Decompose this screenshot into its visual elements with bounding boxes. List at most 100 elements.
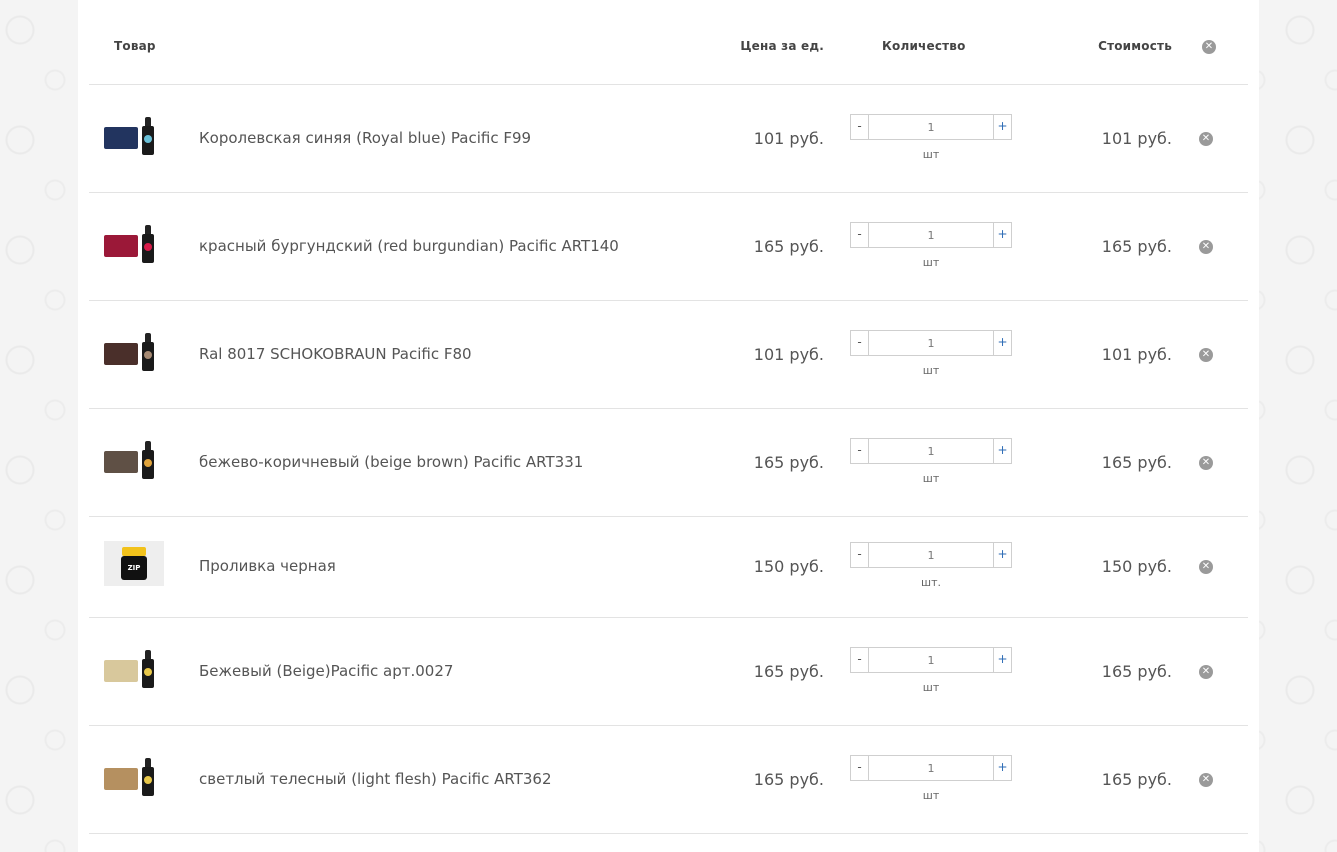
cart-row: Королевская синяя (Royal blue) Pacific F… — [89, 85, 1248, 193]
unit-price: 101 руб. — [753, 129, 824, 148]
remove-item-close-icon[interactable]: ✕ — [1199, 456, 1213, 470]
color-swatch — [104, 451, 138, 473]
quantity-unit: шт — [922, 256, 940, 269]
paint-bottle-icon — [142, 441, 154, 479]
bottle-label — [144, 135, 152, 143]
quantity-decrease-button[interactable]: - — [851, 543, 869, 567]
product-thumbnail[interactable] — [104, 329, 164, 379]
remove-item-close-icon[interactable]: ✕ — [1199, 665, 1213, 679]
remove-all-close-icon[interactable]: ✕ — [1202, 40, 1216, 54]
quantity-increase-button[interactable]: + — [993, 756, 1011, 780]
bottle-cap — [145, 650, 151, 659]
product-thumbnail[interactable]: ZIP — [104, 541, 164, 591]
product-thumbnail[interactable] — [104, 221, 164, 271]
cart-row: красный бургундский (red burgundian) Pac… — [89, 193, 1248, 301]
bottle-cap — [145, 117, 151, 126]
product-name-link[interactable]: Королевская синяя (Royal blue) Pacific F… — [199, 129, 531, 147]
quantity-increase-button[interactable]: + — [993, 648, 1011, 672]
line-total: 101 руб. — [1101, 345, 1172, 364]
cart-row: ZIPПроливка черная150 руб.-+шт.150 руб.✕ — [89, 517, 1248, 618]
remove-item-close-icon[interactable]: ✕ — [1199, 348, 1213, 362]
color-swatch — [104, 127, 138, 149]
unit-price: 165 руб. — [753, 662, 824, 681]
cart-page: Товар Цена за ед. Количество Стоимость ✕… — [78, 0, 1259, 852]
remove-item-close-icon[interactable]: ✕ — [1199, 773, 1213, 787]
quantity-decrease-button[interactable]: - — [851, 648, 869, 672]
quantity-unit: шт — [922, 681, 940, 694]
quantity-increase-button[interactable]: + — [993, 439, 1011, 463]
color-swatch — [104, 660, 138, 682]
quantity-input[interactable] — [869, 223, 993, 247]
paint-bottle-icon — [142, 650, 154, 688]
paint-bottle-icon — [142, 333, 154, 371]
bottle-label — [144, 243, 152, 251]
quantity-decrease-button[interactable]: - — [851, 223, 869, 247]
product-name-link[interactable]: Ral 8017 SCHOKOBRAUN Pacific F80 — [199, 345, 472, 363]
quantity-stepper: -+ — [850, 114, 1012, 140]
unit-price: 165 руб. — [753, 770, 824, 789]
cart-row: бежево-коричневый (beige brown) Pacific … — [89, 409, 1248, 517]
line-total: 165 руб. — [1101, 453, 1172, 472]
bottle-label — [144, 668, 152, 676]
bottle-cap — [145, 441, 151, 450]
quantity-increase-button[interactable]: + — [993, 331, 1011, 355]
paint-jar-image: ZIP — [104, 541, 164, 586]
quantity-unit: шт. — [921, 576, 941, 589]
product-thumbnail[interactable] — [104, 437, 164, 487]
product-thumbnail[interactable] — [104, 754, 164, 804]
quantity-decrease-button[interactable]: - — [851, 439, 869, 463]
cart-row: Ral 8017 SCHOKOBRAUN Pacific F80 101 руб.… — [89, 301, 1248, 409]
quantity-stepper: -+ — [850, 542, 1012, 568]
quantity-decrease-button[interactable]: - — [851, 115, 869, 139]
quantity-decrease-button[interactable]: - — [851, 756, 869, 780]
header-product: Товар — [114, 39, 156, 53]
remove-item-close-icon[interactable]: ✕ — [1199, 560, 1213, 574]
quantity-unit: шт — [922, 148, 940, 161]
quantity-input[interactable] — [869, 439, 993, 463]
product-name-link[interactable]: Проливка черная — [199, 557, 336, 575]
quantity-input[interactable] — [869, 331, 993, 355]
bottle-label — [144, 776, 152, 784]
header-quantity: Количество — [882, 39, 966, 53]
quantity-decrease-button[interactable]: - — [851, 331, 869, 355]
bottle-cap — [145, 225, 151, 234]
unit-price: 101 руб. — [753, 345, 824, 364]
line-total: 150 руб. — [1101, 557, 1172, 576]
product-name-link[interactable]: Бежевый (Beige)Pacific арт.0027 — [199, 662, 453, 680]
line-total: 165 руб. — [1101, 770, 1172, 789]
product-thumbnail[interactable] — [104, 646, 164, 696]
unit-price: 165 руб. — [753, 453, 824, 472]
quantity-input[interactable] — [869, 756, 993, 780]
quantity-unit: шт — [922, 472, 940, 485]
unit-price: 165 руб. — [753, 237, 824, 256]
product-name-link[interactable]: красный бургундский (red burgundian) Pac… — [199, 237, 619, 255]
quantity-input[interactable] — [869, 115, 993, 139]
unit-price: 150 руб. — [753, 557, 824, 576]
cart-row: светлый телесный (light flesh) Pacific A… — [89, 726, 1248, 834]
quantity-input[interactable] — [869, 648, 993, 672]
product-name-link[interactable]: светлый телесный (light flesh) Pacific A… — [199, 770, 552, 788]
quantity-stepper: -+ — [850, 647, 1012, 673]
bottle-cap — [145, 333, 151, 342]
quantity-increase-button[interactable]: + — [993, 223, 1011, 247]
product-name-link[interactable]: бежево-коричневый (beige brown) Pacific … — [199, 453, 583, 471]
quantity-stepper: -+ — [850, 755, 1012, 781]
line-total: 101 руб. — [1101, 129, 1172, 148]
quantity-increase-button[interactable]: + — [993, 543, 1011, 567]
quantity-increase-button[interactable]: + — [993, 115, 1011, 139]
quantity-unit: шт — [922, 789, 940, 802]
cart-row: Бежевый (Beige)Pacific арт.0027 165 руб. -… — [89, 618, 1248, 726]
color-swatch — [104, 235, 138, 257]
product-thumbnail[interactable] — [104, 113, 164, 163]
remove-item-close-icon[interactable]: ✕ — [1199, 132, 1213, 146]
line-total: 165 руб. — [1101, 237, 1172, 256]
remove-item-close-icon[interactable]: ✕ — [1199, 240, 1213, 254]
line-total: 165 руб. — [1101, 662, 1172, 681]
quantity-unit: шт — [922, 364, 940, 377]
color-swatch — [104, 768, 138, 790]
quantity-input[interactable] — [869, 543, 993, 567]
color-swatch — [104, 343, 138, 365]
quantity-stepper: -+ — [850, 438, 1012, 464]
jar-lid — [122, 547, 146, 556]
paint-bottle-icon — [142, 758, 154, 796]
